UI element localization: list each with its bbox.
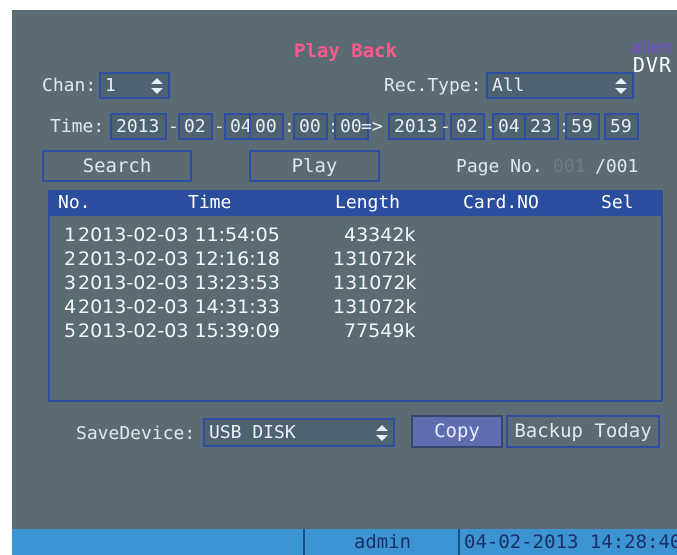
up-down-arrow-icon xyxy=(151,78,163,94)
status-datetime: 04-02-2013 14:28:40 xyxy=(458,529,677,555)
end-sec-field[interactable]: 59 xyxy=(604,113,639,140)
end-hour-field[interactable]: 23 xyxy=(524,113,559,140)
save-device-value: USB DISK xyxy=(209,422,296,443)
row-time: 2013-02-03 12:16:18 xyxy=(78,248,280,270)
row-length: 131072k xyxy=(333,248,417,270)
search-button[interactable]: Search xyxy=(42,150,192,182)
col-length: Length xyxy=(335,192,401,213)
row-time: 2013-02-03 13:23:53 xyxy=(78,272,280,294)
row-no: 2 xyxy=(64,248,77,270)
row-time: 2013-02-03 11:54:05 xyxy=(78,224,280,246)
svg-text:DVR: DVR xyxy=(633,53,672,77)
row-no: 4 xyxy=(64,296,77,318)
end-day-field[interactable]: 04 xyxy=(492,113,527,140)
start-month-field[interactable]: 02 xyxy=(178,113,213,140)
end-min-field[interactable]: 59 xyxy=(565,113,600,140)
start-min-field[interactable]: 00 xyxy=(293,113,328,140)
playback-screen: Play Back alien DVR Chan: 1 Rec.Type: Al… xyxy=(12,10,677,555)
row-no: 3 xyxy=(64,272,77,294)
rec-type-label: Rec.Type: xyxy=(384,75,482,96)
rec-type-value: All xyxy=(492,75,525,96)
backup-today-button[interactable]: Backup Today xyxy=(506,415,660,448)
row-time: 2013-02-03 14:31:33 xyxy=(78,296,280,318)
time-label: Time: xyxy=(50,116,105,137)
end-month-field[interactable]: 02 xyxy=(450,113,485,140)
start-hour-field[interactable]: 00 xyxy=(249,113,284,140)
col-sel: Sel xyxy=(601,192,634,213)
row-length: 131072k xyxy=(333,272,417,294)
page-current-field[interactable]: 001 xyxy=(553,156,586,177)
up-down-arrow-icon xyxy=(615,78,627,94)
chan-select[interactable]: 1 xyxy=(99,72,170,99)
col-no: No. xyxy=(58,192,91,213)
record-table-header: No. Time Length Card.NO Sel xyxy=(48,190,663,216)
row-length: 43342k xyxy=(344,224,416,246)
chan-value: 1 xyxy=(105,75,116,96)
record-list[interactable]: 1 2013-02-03 11:54:05 43342k 2 2013-02-0… xyxy=(48,216,663,402)
chan-label: Chan: xyxy=(42,75,97,96)
status-user: admin xyxy=(303,529,460,555)
end-year-field[interactable]: 2013 xyxy=(388,113,445,140)
col-card-no: Card.NO xyxy=(463,192,539,213)
copy-button[interactable]: Copy xyxy=(411,415,503,448)
page-title: Play Back xyxy=(294,40,397,62)
start-year-field[interactable]: 2013 xyxy=(110,113,167,140)
row-no: 1 xyxy=(64,224,77,246)
page-total: /001 xyxy=(595,156,639,177)
rec-type-select[interactable]: All xyxy=(486,72,634,99)
row-length: 77549k xyxy=(344,320,416,342)
save-device-select[interactable]: USB DISK xyxy=(203,418,395,447)
row-length: 131072k xyxy=(333,296,417,318)
play-button[interactable]: Play xyxy=(249,150,380,182)
up-down-arrow-icon xyxy=(376,425,388,441)
col-time: Time xyxy=(188,192,232,213)
page-no-label: Page No. xyxy=(456,156,543,177)
range-arrow: => xyxy=(361,116,383,137)
status-bar: admin 04-02-2013 14:28:40 xyxy=(12,529,677,555)
row-time: 2013-02-03 15:39:09 xyxy=(78,320,280,342)
save-device-label: SaveDevice: xyxy=(76,423,196,444)
row-no: 5 xyxy=(64,320,77,342)
